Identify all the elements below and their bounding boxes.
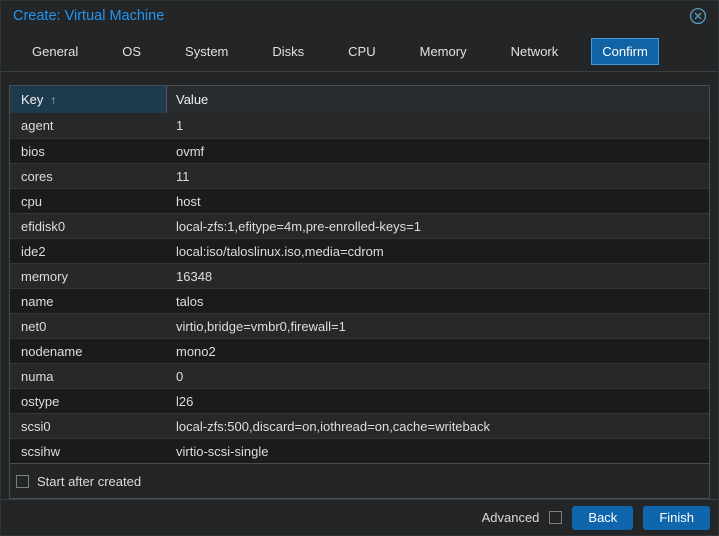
table-row[interactable]: efidisk0local-zfs:1,efitype=4m,pre-enrol…: [10, 213, 709, 238]
table-row[interactable]: biosovmf: [10, 138, 709, 163]
table-row[interactable]: ostypel26: [10, 388, 709, 413]
row-value: local:iso/taloslinux.iso,media=cdrom: [167, 239, 709, 263]
row-value: talos: [167, 289, 709, 313]
grid-header: Key ↑ Value: [10, 86, 709, 113]
start-after-created-row: Start after created: [10, 464, 709, 498]
table-row[interactable]: nodenamemono2: [10, 338, 709, 363]
row-key: cpu: [10, 189, 167, 213]
tab-os[interactable]: OS: [111, 38, 152, 65]
row-key: numa: [10, 364, 167, 388]
row-key: scsihw: [10, 439, 167, 463]
tab-bar: General OS System Disks CPU Memory Network Conf…: [1, 31, 718, 72]
dialog-title: Create: Virtual Machine: [13, 8, 164, 24]
row-value: local-zfs:500,discard=on,iothread=on,cac…: [167, 414, 709, 438]
column-header-value[interactable]: Value: [167, 86, 709, 113]
row-value: local-zfs:1,efitype=4m,pre-enrolled-keys…: [167, 214, 709, 238]
column-header-key-label: Key: [21, 92, 43, 107]
tab-system[interactable]: System: [174, 38, 239, 65]
row-key: ostype: [10, 389, 167, 413]
table-row[interactable]: cores11: [10, 163, 709, 188]
table-row[interactable]: scsihwvirtio-scsi-single: [10, 438, 709, 463]
tab-network[interactable]: Network: [500, 38, 570, 65]
table-row[interactable]: memory16348: [10, 263, 709, 288]
row-value: 1: [167, 113, 709, 138]
table-row[interactable]: net0virtio,bridge=vmbr0,firewall=1: [10, 313, 709, 338]
row-key: ide2: [10, 239, 167, 263]
row-value: 0: [167, 364, 709, 388]
table-body: agent1biosovmfcores11cpuhostefidisk0loca…: [10, 113, 709, 463]
finish-button[interactable]: Finish: [643, 506, 710, 530]
dialog-titlebar: Create: Virtual Machine: [1, 1, 718, 31]
start-after-created-label: Start after created: [37, 474, 141, 489]
row-key: scsi0: [10, 414, 167, 438]
tab-memory[interactable]: Memory: [409, 38, 478, 65]
row-value: virtio,bridge=vmbr0,firewall=1: [167, 314, 709, 338]
back-button[interactable]: Back: [572, 506, 633, 530]
tab-general[interactable]: General: [21, 38, 89, 65]
table-row[interactable]: numa0: [10, 363, 709, 388]
column-header-key[interactable]: Key ↑: [10, 86, 167, 113]
table-row[interactable]: ide2local:iso/taloslinux.iso,media=cdrom: [10, 238, 709, 263]
row-key: efidisk0: [10, 214, 167, 238]
row-key: nodename: [10, 339, 167, 363]
row-key: bios: [10, 139, 167, 163]
row-key: agent: [10, 113, 167, 138]
advanced-label: Advanced: [482, 510, 540, 525]
tab-disks[interactable]: Disks: [261, 38, 315, 65]
row-value: l26: [167, 389, 709, 413]
row-value: 11: [167, 164, 709, 188]
row-key: name: [10, 289, 167, 313]
row-key: cores: [10, 164, 167, 188]
tab-confirm[interactable]: Confirm: [591, 38, 659, 65]
row-value: ovmf: [167, 139, 709, 163]
row-value: 16348: [167, 264, 709, 288]
table-row[interactable]: cpuhost: [10, 188, 709, 213]
row-key: net0: [10, 314, 167, 338]
advanced-checkbox[interactable]: [549, 511, 562, 524]
tab-cpu[interactable]: CPU: [337, 38, 386, 65]
row-key: memory: [10, 264, 167, 288]
create-vm-dialog: Create: Virtual Machine General OS System D…: [0, 0, 719, 536]
confirm-panel: Key ↑ Value agent1biosovmfcores11cpuhost…: [9, 85, 710, 499]
row-value: host: [167, 189, 709, 213]
summary-grid: Key ↑ Value agent1biosovmfcores11cpuhost…: [10, 86, 709, 464]
row-value: mono2: [167, 339, 709, 363]
table-row[interactable]: scsi0local-zfs:500,discard=on,iothread=o…: [10, 413, 709, 438]
row-value: virtio-scsi-single: [167, 439, 709, 463]
sort-asc-icon: ↑: [50, 93, 56, 107]
close-icon[interactable]: [689, 7, 707, 25]
dialog-footer: Advanced Back Finish: [1, 499, 718, 535]
column-header-value-label: Value: [176, 92, 208, 107]
table-row[interactable]: nametalos: [10, 288, 709, 313]
table-row[interactable]: agent1: [10, 113, 709, 138]
start-after-created-checkbox[interactable]: [16, 475, 29, 488]
